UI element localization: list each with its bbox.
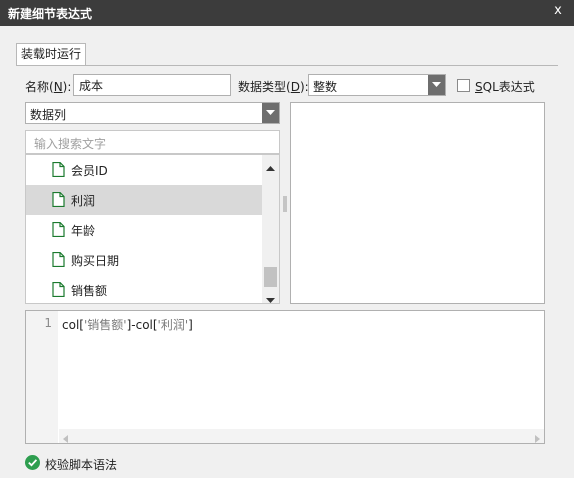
list-scrollbar[interactable] [262,155,279,303]
window-title: 新建细节表达式 [8,7,93,21]
field-list: 会员ID 利润 年龄 购买日期 销售额 [25,154,280,304]
check-circle-icon [25,455,40,473]
title-bar: 新建细节表达式 x [0,0,574,26]
expression-editor[interactable]: 1 col['销售额']-col['利润'] [25,310,545,444]
source-value: 数据列 [30,108,67,122]
code-line[interactable]: col['销售额']-col['利润'] [62,316,193,333]
datatype-select[interactable]: 整数 [308,74,446,96]
datatype-value: 整数 [313,80,338,94]
list-item[interactable]: 销售额 [26,275,263,303]
scroll-down-icon[interactable] [266,292,275,303]
list-item-label: 会员ID [71,164,108,178]
datatype-label: 数据类型(D): [238,80,309,94]
sql-checkbox[interactable] [457,79,470,92]
list-item-label: 购买日期 [71,254,120,268]
preview-panel [290,102,545,304]
list-item-label: 销售额 [71,284,108,298]
editor-hscrollbar[interactable] [59,429,544,443]
chevron-down-icon[interactable] [428,75,445,95]
list-item[interactable]: 购买日期 [26,245,263,275]
document-icon [52,281,65,300]
validate-label: 校验脚本语法 [45,458,118,472]
scroll-thumb[interactable] [264,267,277,287]
scroll-right-icon[interactable] [535,432,540,446]
name-input[interactable] [74,75,230,95]
line-gutter: 1 [26,311,58,443]
source-select[interactable]: 数据列 [25,102,280,124]
name-field[interactable] [73,74,231,96]
horizontal-splitter-handle[interactable] [278,305,292,316]
document-icon [52,191,65,210]
close-button[interactable]: x [550,3,566,21]
list-item[interactable]: 年龄 [26,215,263,245]
list-item-label: 年龄 [71,224,96,238]
chevron-down-icon[interactable] [262,103,279,123]
scroll-left-icon[interactable] [63,432,68,446]
tab-load-run[interactable]: 装载时运行 [16,43,86,65]
search-placeholder: 输入搜索文字 [34,137,107,151]
name-label: 名称(N): [25,80,72,94]
list-item[interactable]: 利润 [26,185,263,215]
list-item-label: 利润 [71,194,96,208]
scroll-up-icon[interactable] [266,160,275,174]
document-icon [52,221,65,240]
tab-divider [16,65,558,66]
line-number: 1 [44,316,52,330]
vertical-splitter-handle[interactable] [283,196,287,212]
sql-label: SQL表达式 [475,80,535,94]
list-item[interactable]: 会员ID [26,155,263,185]
document-icon [52,251,65,270]
document-icon [52,161,65,180]
search-field[interactable]: 输入搜索文字 [25,130,280,154]
